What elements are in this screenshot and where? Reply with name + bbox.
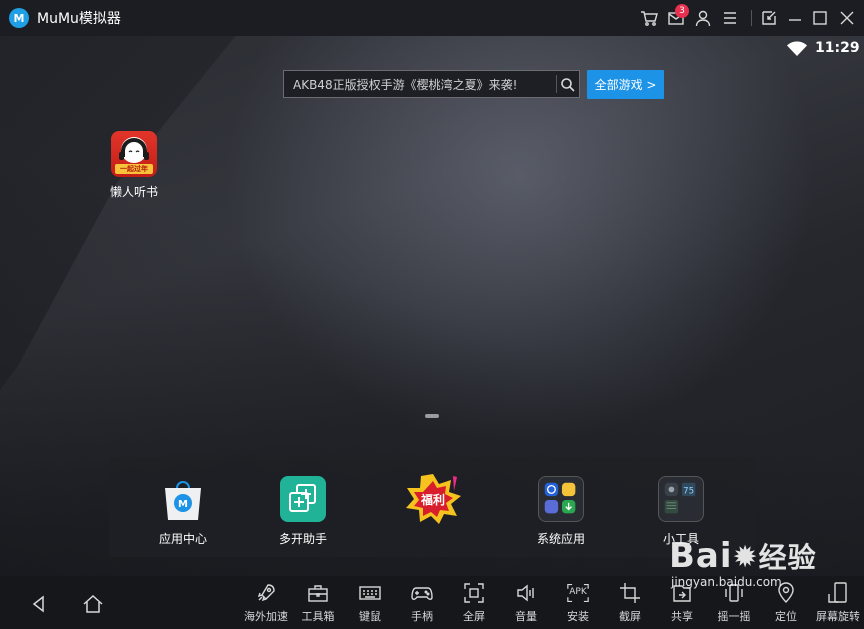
welfare-badge-text: 福利 [420, 493, 445, 507]
tool-label: 屏幕旋转 [816, 610, 860, 623]
dock-multi-instance[interactable]: 多开助手 [263, 476, 343, 547]
apk-install-icon: APK [565, 582, 591, 604]
volume-icon [517, 584, 534, 602]
tool-install-apk[interactable]: APK 安装 [552, 582, 604, 624]
crop-icon [620, 583, 640, 603]
apk-text: APK [569, 587, 587, 597]
dock-tools[interactable]: 75 小工具 [641, 476, 721, 547]
tool-overseas-boost[interactable]: 海外加速 [240, 582, 292, 624]
app-label: 系统应用 [536, 532, 585, 546]
tool-label: 键鼠 [359, 610, 381, 623]
app-label: 多开助手 [278, 532, 327, 546]
back-icon[interactable] [28, 593, 50, 615]
maximize-icon[interactable] [811, 9, 829, 27]
titlebar-divider [751, 10, 752, 26]
app-label: 应用中心 [158, 532, 207, 546]
app-title: MuMu模拟器 [37, 11, 121, 27]
search-input[interactable]: AKB48正版授权手游《樱桃湾之夏》来袭! [283, 70, 580, 98]
tool-label: 共享 [671, 610, 693, 623]
shake-icon [725, 584, 743, 602]
close-icon[interactable] [838, 9, 856, 27]
keyboard-icon [359, 586, 381, 600]
bottom-toolbar: 海外加速 工具箱 键鼠 手柄 全屏 音量 APK 安装 截屏 共享 摇一摇 定位… [0, 576, 864, 629]
app-center-bag-icon: M [160, 476, 206, 522]
rocket-icon [257, 584, 275, 602]
all-games-button[interactable]: 全部游戏 > [587, 70, 664, 99]
mumu-logo-icon: M [9, 8, 29, 28]
svg-text:M: M [178, 499, 188, 510]
tool-screenshot[interactable]: 截屏 [604, 582, 656, 624]
status-time: 11:29 [815, 40, 860, 56]
dock-welfare[interactable]: 福利 [393, 474, 473, 534]
home-icon[interactable] [82, 593, 104, 615]
search-text: AKB48正版授权手游《樱桃湾之夏》来袭! [293, 77, 518, 92]
tool-label: 音量 [515, 610, 537, 623]
user-icon[interactable] [694, 9, 712, 27]
lanren-banner-text: 一起过年 [120, 165, 148, 173]
tool-label: 摇一摇 [717, 610, 751, 623]
menu-icon[interactable] [721, 9, 739, 27]
app-label: 懒人听书 [109, 185, 158, 199]
tool-label: 全屏 [463, 610, 485, 623]
gamepad-icon [411, 587, 433, 600]
location-icon [778, 582, 794, 603]
tool-label: 定位 [775, 610, 797, 623]
cart-icon[interactable] [640, 9, 658, 27]
tool-volume[interactable]: 音量 [500, 582, 552, 624]
dock-system-apps[interactable]: 系统应用 [521, 476, 601, 547]
tool-share[interactable]: 共享 [656, 582, 708, 624]
tool-rotate-screen[interactable]: 屏幕旋转 [812, 582, 864, 624]
android-desktop[interactable]: 11:29 AKB48正版授权手游《樱桃湾之夏》来袭! 全部游戏 > 一起过年 … [0, 36, 864, 576]
tool-label: 截屏 [619, 610, 641, 623]
mini-mode-icon[interactable] [760, 9, 778, 27]
tool-label: 安装 [567, 610, 589, 623]
search-divider [556, 75, 557, 93]
app-dock: M 应用中心 多开助手 福利 系统应用 75 小工具 [109, 458, 755, 557]
tool-toolbox[interactable]: 工具箱 [292, 582, 344, 624]
tools-folder-icon: 75 [658, 476, 704, 522]
search-icon[interactable] [560, 77, 576, 93]
rotate-icon [828, 582, 847, 603]
welfare-badge-icon: 福利 [401, 472, 465, 526]
tool-gamepad[interactable]: 手柄 [396, 582, 448, 624]
tool-label: 海外加速 [244, 610, 288, 623]
page-indicator [425, 414, 439, 418]
tool-shake[interactable]: 摇一摇 [708, 582, 760, 624]
wifi-icon [787, 41, 807, 57]
svg-text:75: 75 [683, 486, 694, 496]
lanren-tingshu-icon: 一起过年 [111, 131, 157, 177]
tool-keyboard-mouse[interactable]: 键鼠 [344, 582, 396, 624]
tool-location[interactable]: 定位 [760, 582, 812, 624]
tool-fullscreen[interactable]: 全屏 [448, 582, 500, 624]
app-lanren-tingshu[interactable]: 一起过年 懒人听书 [103, 131, 165, 200]
tool-label: 手柄 [411, 610, 433, 623]
fullscreen-icon [464, 583, 484, 603]
title-bar: M MuMu模拟器 3 [0, 0, 864, 36]
multi-instance-icon [280, 476, 326, 522]
share-icon [673, 585, 691, 602]
mail-badge: 3 [675, 4, 689, 18]
minimize-icon[interactable] [786, 9, 804, 27]
app-label: 小工具 [662, 532, 699, 546]
dock-app-center[interactable]: M 应用中心 [143, 476, 223, 547]
toolbox-icon [308, 585, 328, 602]
system-apps-folder-icon [538, 476, 584, 522]
tool-label: 工具箱 [301, 610, 335, 623]
